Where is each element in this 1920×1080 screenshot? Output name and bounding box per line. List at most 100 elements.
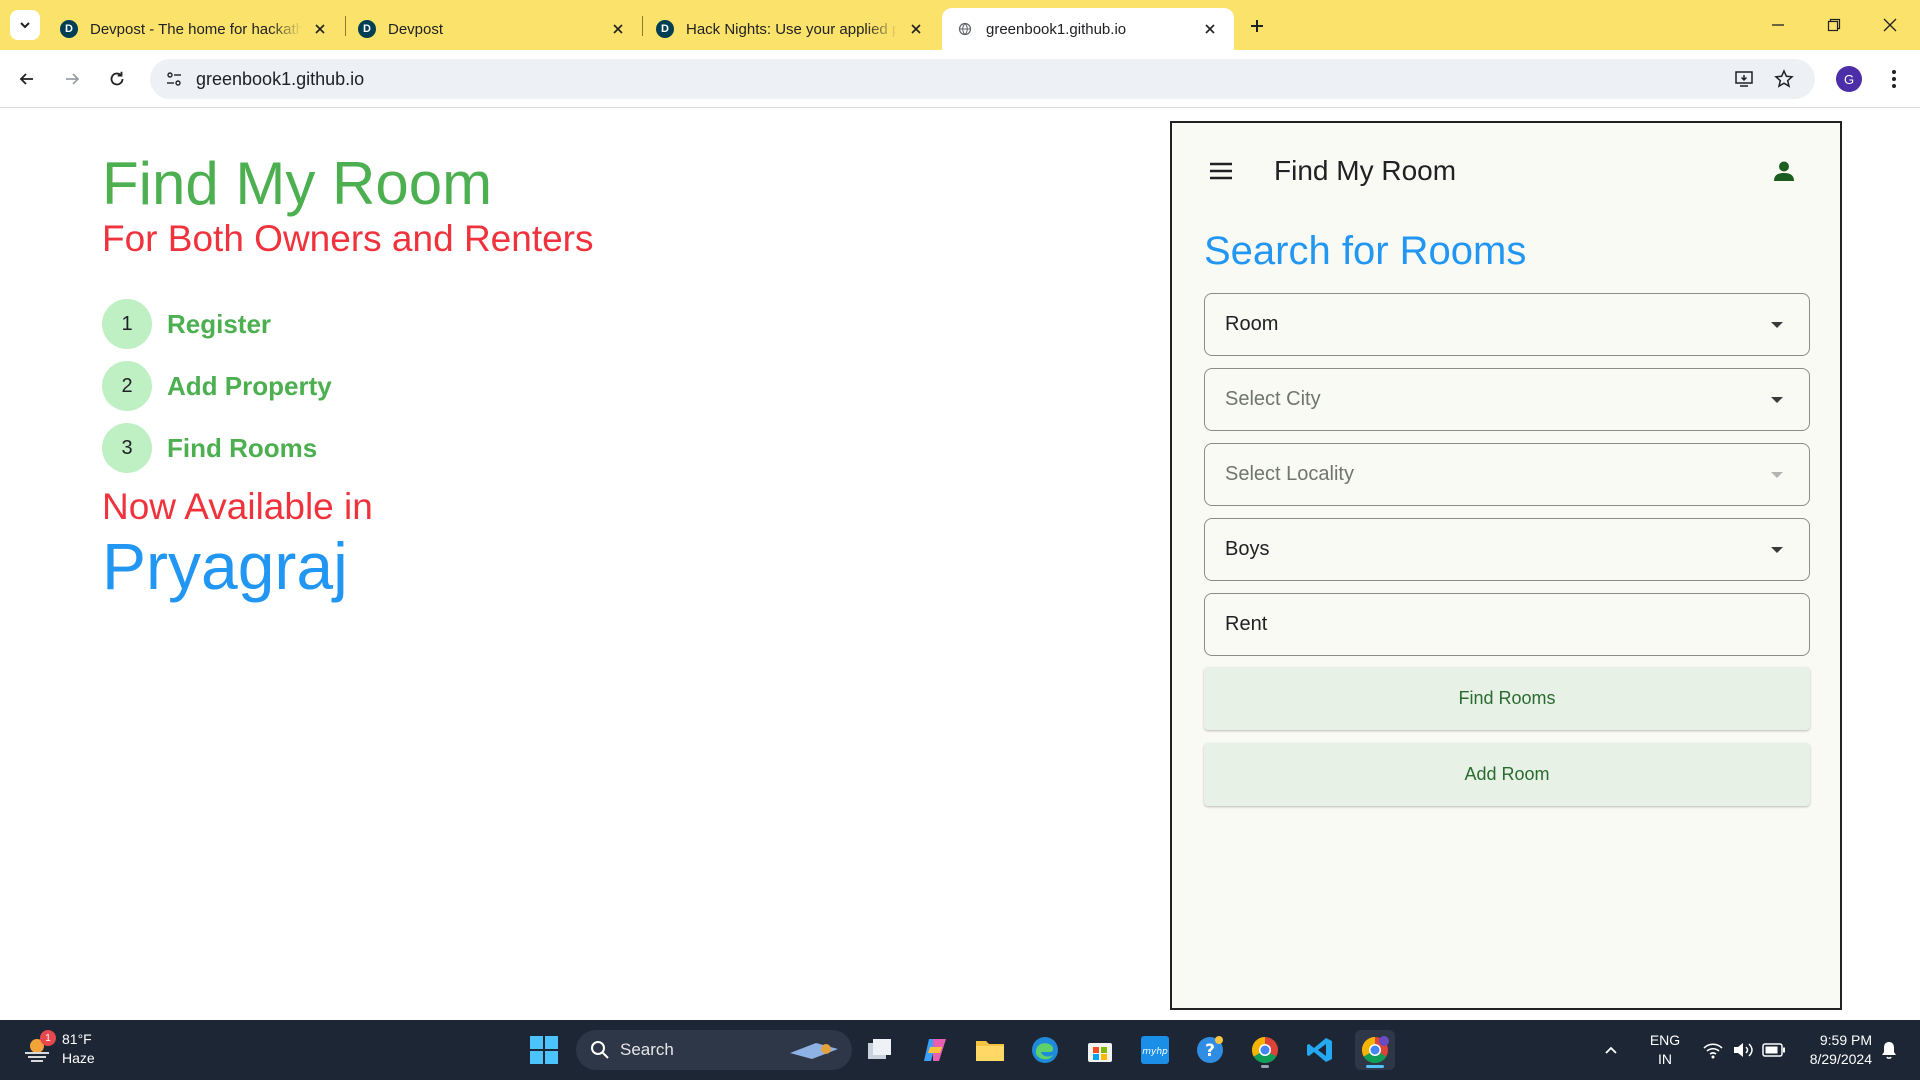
close-icon xyxy=(1883,18,1897,32)
clock-date: 8/29/2024 xyxy=(1809,1051,1872,1067)
step-register: 1 Register xyxy=(102,298,271,350)
myhp-icon: myhp xyxy=(1141,1036,1169,1064)
find-rooms-button[interactable]: Find Rooms xyxy=(1204,667,1810,730)
chrome-icon xyxy=(1361,1036,1389,1064)
page-subtitle: For Both Owners and Renters xyxy=(102,218,594,259)
chevron-down-icon xyxy=(20,22,30,29)
close-tab-icon[interactable] xyxy=(1200,19,1220,39)
active-indicator xyxy=(1366,1065,1384,1068)
close-tab-icon[interactable] xyxy=(608,19,628,39)
arrow-right-icon xyxy=(66,73,80,85)
close-tab-icon[interactable] xyxy=(906,19,926,39)
hamburger-menu-button[interactable] xyxy=(1207,157,1235,185)
microsoft-store-button[interactable] xyxy=(1080,1030,1120,1070)
search-heading: Search for Rooms xyxy=(1204,229,1527,273)
taskbar-search-box[interactable]: Search xyxy=(576,1030,852,1070)
help-button[interactable]: ? xyxy=(1190,1030,1230,1070)
reload-icon xyxy=(110,71,124,86)
chrome-button[interactable] xyxy=(1245,1030,1285,1070)
devpost-favicon-icon: D xyxy=(60,20,78,38)
windows-logo-icon xyxy=(530,1036,558,1064)
add-room-button[interactable]: Add Room xyxy=(1204,743,1810,806)
locality-placeholder: Select Locality xyxy=(1225,463,1354,485)
tab-search-button[interactable] xyxy=(10,10,40,40)
copilot-button[interactable] xyxy=(915,1030,955,1070)
edge-icon xyxy=(1032,1037,1058,1063)
devpost-favicon-icon: D xyxy=(656,20,674,38)
url-text: greenbook1.github.io xyxy=(196,69,365,89)
tab-strip: D Devpost - The home for hackathons D De… xyxy=(0,0,1920,50)
wifi-icon xyxy=(1703,1043,1723,1059)
dropdown-arrow-icon xyxy=(1771,547,1783,553)
reload-button[interactable] xyxy=(100,62,134,96)
step-label: Register xyxy=(167,308,272,339)
globe-icon xyxy=(956,20,974,38)
step-find-rooms: 3 Find Rooms xyxy=(102,422,317,474)
chrome-profile-button[interactable] xyxy=(1355,1030,1395,1070)
running-indicator xyxy=(1261,1065,1269,1068)
search-icon xyxy=(591,1041,609,1059)
language-indicator[interactable]: ENG IN xyxy=(1640,1020,1690,1080)
tab-devpost[interactable]: D Devpost xyxy=(344,8,642,50)
profile-avatar[interactable]: G xyxy=(1836,66,1862,92)
volume-icon xyxy=(1734,1043,1753,1057)
tab-title: Hack Nights: Use your applied projects xyxy=(686,20,898,38)
back-button[interactable] xyxy=(10,62,44,96)
bookmark-star-icon[interactable] xyxy=(1770,65,1798,93)
minimize-button[interactable] xyxy=(1750,0,1806,50)
tab-devpost-home[interactable]: D Devpost - The home for hackathons xyxy=(46,8,344,50)
close-tab-icon[interactable] xyxy=(310,19,330,39)
gender-select[interactable]: Boys xyxy=(1204,518,1810,581)
tab-hack-nights[interactable]: D Hack Nights: Use your applied projects xyxy=(642,8,940,50)
browser-menu-button[interactable] xyxy=(1880,62,1908,96)
weather-haze-icon: 1 xyxy=(22,1030,56,1064)
dropdown-arrow-icon xyxy=(1771,397,1783,403)
page-title: Find My Room xyxy=(102,150,493,217)
svg-text:?: ? xyxy=(1205,1041,1215,1061)
notifications-button[interactable] xyxy=(1874,1020,1904,1080)
forward-button[interactable] xyxy=(55,62,89,96)
step-number: 1 xyxy=(102,299,152,349)
vscode-button[interactable] xyxy=(1300,1030,1340,1070)
rent-placeholder: Rent xyxy=(1225,613,1268,635)
task-view-button[interactable] xyxy=(860,1030,900,1070)
weather-widget[interactable]: 1 81°F Haze xyxy=(22,1030,95,1068)
city-select[interactable]: Select City xyxy=(1204,368,1810,431)
room-type-select[interactable]: Room xyxy=(1204,293,1810,356)
edge-browser-button[interactable] xyxy=(1025,1030,1065,1070)
menu-icon xyxy=(1210,162,1232,180)
person-icon xyxy=(1774,161,1794,181)
dropdown-arrow-icon xyxy=(1771,322,1783,328)
file-explorer-button[interactable] xyxy=(970,1030,1010,1070)
tab-title: Devpost - The home for hackathons xyxy=(90,20,302,38)
locality-select[interactable]: Select Locality xyxy=(1204,443,1810,506)
clock-time: 9:59 PM xyxy=(1819,1032,1872,1048)
step-number: 2 xyxy=(102,361,152,411)
start-button[interactable] xyxy=(524,1030,564,1070)
vscode-icon xyxy=(1307,1038,1332,1062)
language-code: ENG xyxy=(1649,1032,1681,1048)
clock[interactable]: 9:59 PM 8/29/2024 xyxy=(1796,1020,1872,1080)
site-info-icon[interactable] xyxy=(160,65,188,93)
tab-greenbook-active[interactable]: greenbook1.github.io xyxy=(942,8,1234,50)
room-type-value: Room xyxy=(1225,313,1279,335)
weather-temperature: 81°F xyxy=(62,1031,92,1047)
help-icon: ? xyxy=(1197,1036,1223,1063)
install-app-icon[interactable] xyxy=(1730,65,1758,93)
step-label: Find Rooms xyxy=(167,432,318,463)
address-bar[interactable]: greenbook1.github.io xyxy=(150,59,1815,99)
show-hidden-icons-button[interactable] xyxy=(1596,1020,1626,1080)
weather-badge: 1 xyxy=(40,1030,56,1046)
close-window-button[interactable] xyxy=(1862,0,1918,50)
rent-input[interactable]: Rent xyxy=(1204,593,1810,656)
step-label: Add Property xyxy=(167,370,332,401)
myhp-button[interactable]: myhp xyxy=(1135,1030,1175,1070)
restore-button[interactable] xyxy=(1806,0,1862,50)
new-tab-button[interactable] xyxy=(1244,13,1270,39)
system-status-group[interactable] xyxy=(1694,1020,1794,1080)
weather-description: Haze xyxy=(62,1050,95,1066)
chrome-icon xyxy=(1251,1036,1278,1064)
account-button[interactable] xyxy=(1770,157,1798,185)
search-label: Search xyxy=(620,1040,674,1059)
dropdown-arrow-icon xyxy=(1771,472,1783,478)
